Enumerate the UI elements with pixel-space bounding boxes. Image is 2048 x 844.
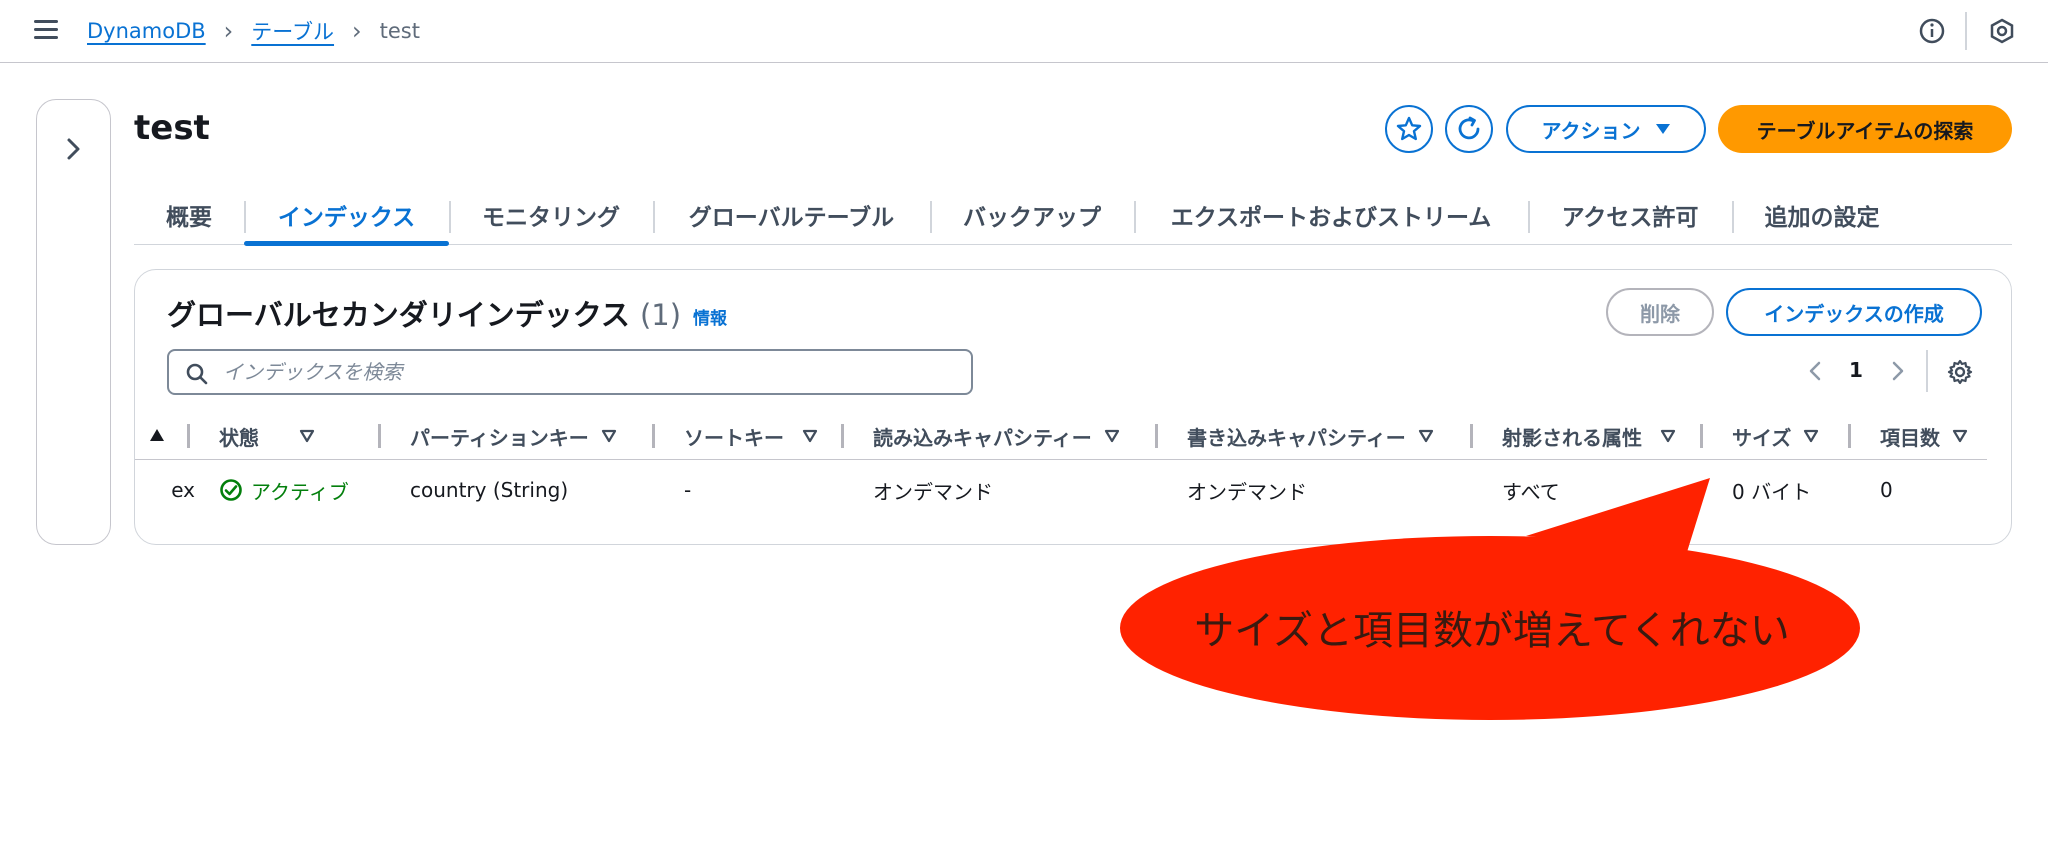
column-header-sort-key[interactable]: ソートキー: [684, 412, 818, 460]
cell-status: アクティブ: [219, 460, 349, 520]
sort-ascending-icon[interactable]: [149, 428, 165, 442]
cell-sort-key: -: [684, 478, 692, 502]
gsi-count: (1): [639, 298, 682, 332]
gear-icon[interactable]: [1947, 359, 1973, 385]
breadcrumb-tables-link[interactable]: テーブル: [251, 16, 334, 46]
column-divider: [652, 424, 655, 448]
column-label: サイズ: [1732, 425, 1792, 450]
cell-partition-key: country (String): [410, 478, 569, 502]
chevron-right-icon[interactable]: [1890, 360, 1906, 382]
sort-icon: [299, 429, 315, 443]
column-divider: [1470, 424, 1473, 448]
menu-icon[interactable]: [34, 20, 58, 40]
chevron-right-icon: ›: [223, 17, 234, 45]
column-label: 状態: [219, 425, 259, 450]
gsi-title-text: グローバルセカンダリインデックス: [167, 298, 630, 332]
tab-permissions[interactable]: アクセス許可: [1528, 185, 1732, 245]
column-header-status[interactable]: 状態: [219, 412, 315, 460]
chevron-right-icon: [67, 138, 80, 160]
sort-icon: [1104, 429, 1119, 443]
hexagon-settings-icon[interactable]: [1988, 17, 2016, 45]
breadcrumb: DynamoDB › テーブル › test: [87, 16, 420, 46]
sort-icon: [802, 429, 818, 443]
column-header-write-capacity[interactable]: 書き込みキャパシティー: [1187, 412, 1434, 460]
page-title: test: [134, 108, 210, 148]
actions-dropdown-button[interactable]: アクション: [1506, 105, 1706, 153]
favorite-button[interactable]: [1385, 105, 1433, 153]
column-divider: [378, 424, 381, 448]
status-text: アクティブ: [251, 479, 349, 504]
tab-overview[interactable]: 概要: [134, 185, 244, 245]
column-header-read-capacity[interactable]: 読み込みキャパシティー: [873, 412, 1120, 460]
chevron-left-icon[interactable]: [1807, 360, 1823, 382]
pager-divider: [1926, 350, 1928, 392]
delete-button[interactable]: 削除: [1606, 288, 1714, 336]
cell-item-count: 0: [1880, 478, 1893, 502]
column-divider: [1700, 424, 1703, 448]
column-label: 書き込みキャパシティー: [1187, 425, 1406, 450]
table-header: 状態 パーティションキー ソートキー 読み込みキャパシティー 書き込みキャパシテ…: [135, 412, 1987, 460]
tab-global-tables[interactable]: グローバルテーブル: [653, 185, 930, 245]
info-icon[interactable]: [1918, 17, 1946, 45]
annotation-text: サイズと項目数が増えてくれない: [1194, 608, 1790, 654]
column-label: 項目数: [1880, 425, 1940, 450]
search-field: [167, 349, 973, 395]
tab-additional-settings[interactable]: 追加の設定: [1732, 185, 1912, 245]
info-link[interactable]: 情報: [693, 304, 727, 329]
column-label: 読み込みキャパシティー: [873, 425, 1092, 450]
sort-icon: [1418, 429, 1433, 443]
column-label: 射影される属性: [1502, 425, 1642, 450]
tab-bar: 概要 インデックス モニタリング グローバルテーブル バックアップ エクスポート…: [134, 185, 2012, 246]
tab-backups[interactable]: バックアップ: [930, 185, 1134, 245]
sort-icon: [1804, 429, 1819, 443]
search-input[interactable]: [223, 357, 953, 387]
column-label: パーティションキー: [410, 425, 589, 450]
column-header-item-count[interactable]: 項目数: [1880, 412, 1968, 460]
page-number[interactable]: 1: [1849, 358, 1863, 382]
cell-text: ex: [171, 478, 195, 502]
top-navigation-bar: DynamoDB › テーブル › test: [0, 0, 2048, 63]
search-icon: [186, 363, 208, 385]
tab-monitoring[interactable]: モニタリング: [449, 185, 653, 245]
refresh-icon: [1458, 116, 1480, 140]
column-divider: [187, 424, 190, 448]
column-divider: [841, 424, 844, 448]
breadcrumb-dynamodb-link[interactable]: DynamoDB: [87, 19, 206, 43]
tab-exports-and-streams[interactable]: エクスポートおよびストリーム: [1134, 185, 1528, 245]
column-label: ソートキー: [684, 425, 784, 450]
topbar-divider: [1965, 12, 1967, 50]
column-header-partition-key[interactable]: パーティションキー: [410, 412, 617, 460]
sort-icon: [601, 429, 616, 443]
sort-icon: [1952, 429, 1968, 443]
active-tab-indicator: [244, 241, 449, 246]
tab-indexes[interactable]: インデックス: [244, 185, 449, 245]
explore-table-items-button[interactable]: テーブルアイテムの探索: [1718, 105, 2012, 153]
column-divider: [1155, 424, 1158, 448]
column-divider: [1848, 424, 1851, 448]
status-badge: アクティブ: [219, 476, 349, 505]
check-circle-icon: [220, 479, 242, 501]
sort-icon: [1660, 429, 1676, 443]
column-header-projected-attributes[interactable]: 射影される属性: [1502, 412, 1676, 460]
caret-down-icon: [1655, 124, 1670, 134]
cell-read-capacity: オンデマンド: [873, 479, 993, 504]
column-header-size[interactable]: サイズ: [1732, 412, 1819, 460]
breadcrumb-current: test: [379, 19, 420, 43]
chevron-right-icon: ›: [352, 17, 362, 45]
refresh-button[interactable]: [1445, 105, 1493, 153]
cell-index-name[interactable]: ex: [135, 460, 195, 520]
side-panel-toggle[interactable]: [36, 99, 111, 545]
star-icon: [1396, 116, 1422, 141]
create-index-button[interactable]: インデックスの作成: [1726, 288, 1982, 336]
actions-label: アクション: [1541, 118, 1641, 143]
gsi-title: グローバルセカンダリインデックス (1): [167, 292, 681, 334]
